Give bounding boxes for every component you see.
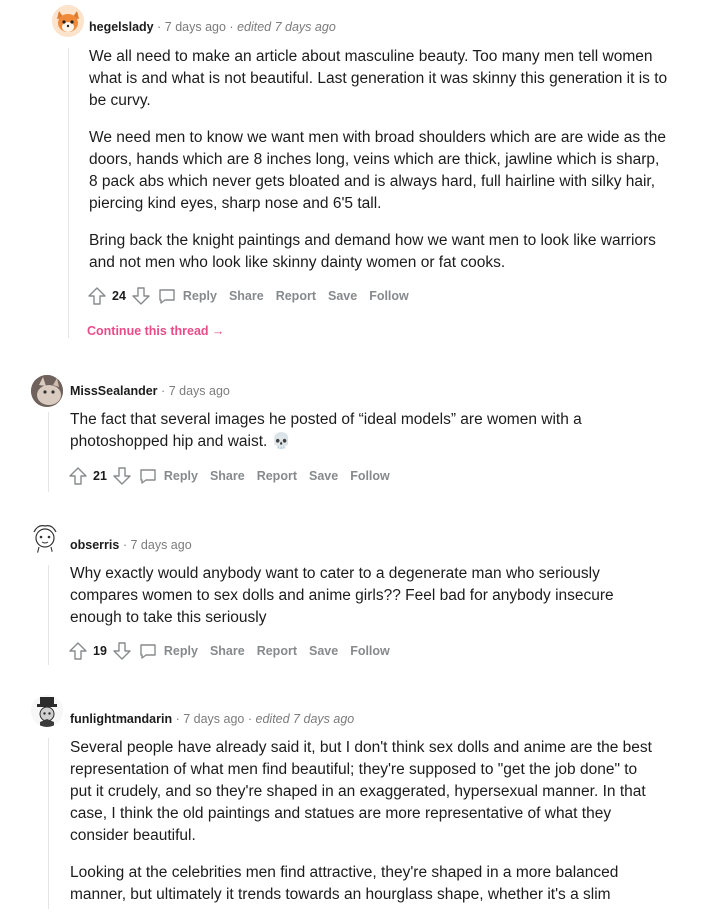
downvote-icon[interactable] <box>112 466 132 486</box>
downvote-icon[interactable] <box>131 286 151 306</box>
reply-button[interactable]: Reply <box>138 641 198 661</box>
comment-paragraph: Several people have already said it, but… <box>70 739 652 844</box>
separator: · <box>229 20 234 34</box>
reply-label: Reply <box>163 469 198 483</box>
thread-rail[interactable] <box>48 565 49 665</box>
comment-paragraph: We need men to know we want men with bro… <box>89 129 666 212</box>
username[interactable]: hegelslady <box>89 20 154 34</box>
comment-body: Why exactly would anybody want to cater … <box>70 563 630 644</box>
share-button[interactable]: Share <box>210 469 245 483</box>
report-button[interactable]: Report <box>257 469 297 483</box>
thread-rail[interactable] <box>48 412 49 492</box>
username[interactable]: obserris <box>70 538 119 552</box>
save-button[interactable]: Save <box>309 644 338 658</box>
avatar[interactable] <box>31 375 63 407</box>
separator: · <box>247 712 253 726</box>
share-button[interactable]: Share <box>210 644 245 658</box>
follow-button[interactable]: Follow <box>350 644 390 658</box>
comment-icon <box>157 286 177 306</box>
continue-thread-link[interactable]: Continue this thread → <box>87 324 225 338</box>
vote-count: 24 <box>112 289 126 303</box>
save-button[interactable]: Save <box>309 469 338 483</box>
comment-actions: 19 Reply Share Report Save Follow <box>68 639 390 663</box>
comment-icon <box>138 466 158 486</box>
comment-paragraph: We all need to make an article about mas… <box>89 48 668 109</box>
save-button[interactable]: Save <box>328 289 357 303</box>
comment-paragraph: Looking at the celebrities men find attr… <box>70 864 619 903</box>
comment-paragraph: The fact that several images he posted o… <box>70 411 582 450</box>
reply-label: Reply <box>182 289 217 303</box>
comment-icon <box>138 641 158 661</box>
report-button[interactable]: Report <box>257 644 297 658</box>
avatar[interactable] <box>31 695 63 727</box>
hat-character-avatar-icon <box>31 695 63 727</box>
downvote-icon[interactable] <box>112 641 132 661</box>
avatar[interactable] <box>52 5 84 37</box>
comment-body: We all need to make an article about mas… <box>89 46 669 289</box>
reply-button[interactable]: Reply <box>157 286 217 306</box>
thread-rail[interactable] <box>68 48 69 338</box>
comment-body: Several people have already said it, but… <box>70 737 660 921</box>
upvote-icon[interactable] <box>68 466 88 486</box>
separator: · <box>157 20 162 34</box>
username[interactable]: MissSealander <box>70 384 158 398</box>
vote-count: 21 <box>93 469 107 483</box>
report-button[interactable]: Report <box>276 289 316 303</box>
comment-paragraph: Bring back the knight paintings and dema… <box>89 232 656 271</box>
edited-label: edited 7 days ago <box>255 712 355 726</box>
doodle-avatar-icon <box>28 522 60 554</box>
comment-paragraph: Why exactly would anybody want to cater … <box>70 565 614 626</box>
separator: · <box>175 712 180 726</box>
follow-button[interactable]: Follow <box>350 469 390 483</box>
fox-avatar-icon <box>52 5 84 37</box>
comment-actions: 24 Reply Share Report Save Follow <box>87 284 409 308</box>
follow-button[interactable]: Follow <box>369 289 409 303</box>
edited-label: edited 7 days ago <box>237 20 336 34</box>
comment-body: The fact that several images he posted o… <box>70 409 610 468</box>
timestamp[interactable]: 7 days ago <box>130 538 191 552</box>
avatar[interactable] <box>28 522 60 554</box>
username[interactable]: funlightmandarin <box>70 712 172 726</box>
timestamp[interactable]: 7 days ago <box>183 712 244 726</box>
thread-rail[interactable] <box>48 738 49 909</box>
reply-button[interactable]: Reply <box>138 466 198 486</box>
upvote-icon[interactable] <box>87 286 107 306</box>
reply-label: Reply <box>163 644 198 658</box>
separator: · <box>161 384 166 398</box>
separator: · <box>122 538 127 552</box>
comment-actions: 21 Reply Share Report Save Follow <box>68 464 390 488</box>
vote-count: 19 <box>93 644 107 658</box>
timestamp[interactable]: 7 days ago <box>169 384 230 398</box>
share-button[interactable]: Share <box>229 289 264 303</box>
timestamp[interactable]: 7 days ago <box>165 20 226 34</box>
upvote-icon[interactable] <box>68 641 88 661</box>
cat-photo-avatar-icon <box>31 375 63 407</box>
